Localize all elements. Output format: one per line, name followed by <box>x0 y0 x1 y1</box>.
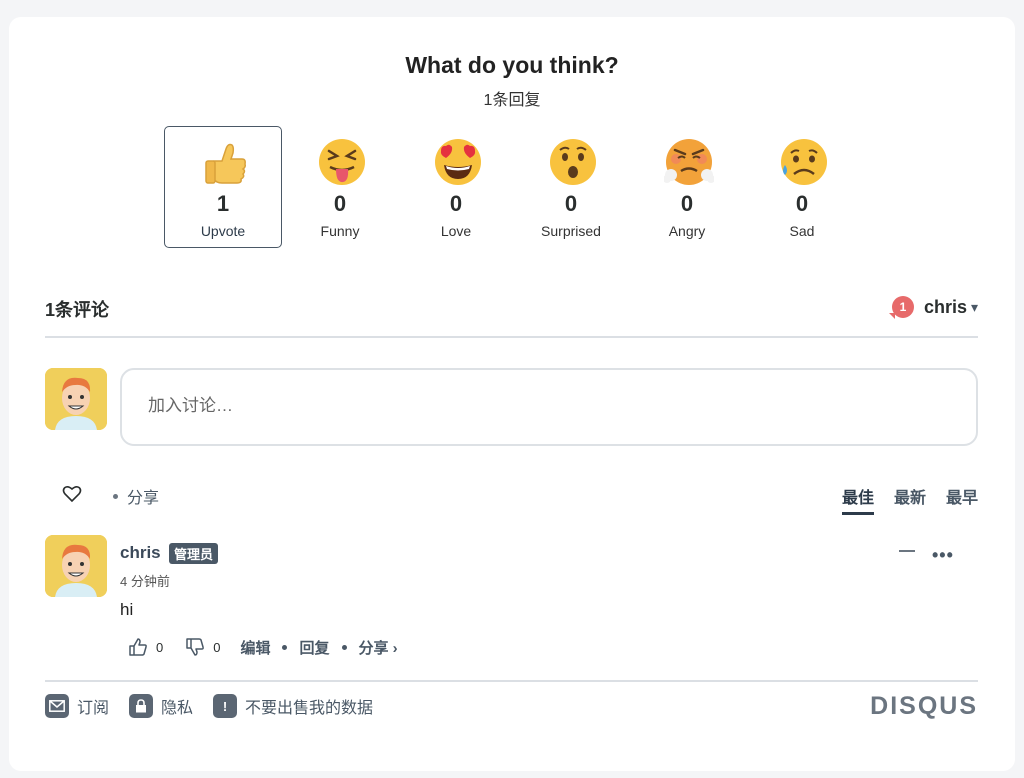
page-title: What do you think? <box>405 52 619 78</box>
reaction-count: 1 <box>216 191 230 216</box>
subscribe-link[interactable]: 订阅 <box>45 694 109 718</box>
caret-down-icon[interactable]: ▾ <box>971 299 978 316</box>
moderator-badge: 管理员 <box>169 543 219 564</box>
reaction-surprised[interactable]: 0 Surprised <box>512 126 630 248</box>
avatar-illustration-icon <box>45 535 107 597</box>
comment-timestamp[interactable]: 4 分钟前 <box>120 571 170 590</box>
downvote-count: 0 <box>213 639 221 655</box>
subscribe-label: 订阅 <box>77 700 110 717</box>
sort-best-tab[interactable]: 最佳 <box>841 484 874 515</box>
upvote-count: 0 <box>156 639 164 655</box>
reaction-count: 0 <box>333 191 347 216</box>
envelope-icon <box>45 694 69 718</box>
reaction-sad[interactable]: 0 Sad <box>743 126 861 248</box>
reaction-label: Love <box>440 223 472 239</box>
lock-icon <box>129 694 154 718</box>
footer-divider <box>45 680 978 682</box>
comment-composer[interactable] <box>120 368 978 446</box>
reply-link[interactable]: 回复 <box>299 637 329 658</box>
heart-icon[interactable] <box>62 485 82 503</box>
do-not-sell-label: 不要出售我的数据 <box>245 700 374 717</box>
share-comment-link[interactable]: 分享 › <box>359 637 398 658</box>
reaction-count: 0 <box>564 191 578 216</box>
notification-badge[interactable]: 1 <box>888 296 914 319</box>
reaction-count: 0 <box>449 191 463 216</box>
reaction-count: 0 <box>795 191 809 216</box>
comment-body: hi <box>120 600 134 619</box>
sad-sweat-emoji-icon <box>781 139 827 185</box>
thumbs-up-icon <box>129 638 147 656</box>
current-user-avatar[interactable] <box>45 368 107 430</box>
reaction-label: Surprised <box>541 223 601 239</box>
do-not-sell-link[interactable]: ! 不要出售我的数据 <box>213 694 373 718</box>
surprised-emoji-icon <box>550 139 596 185</box>
thumbs-down-icon <box>186 638 205 656</box>
disqus-logo[interactable]: DISQUS <box>870 692 978 721</box>
reaction-funny[interactable]: 0 Funny <box>281 126 399 248</box>
comment-author-name[interactable]: chris <box>120 543 161 563</box>
user-menu[interactable]: 1 chris ▾ <box>888 296 978 319</box>
reaction-label: Funny <box>320 223 360 239</box>
angry-steam-emoji-icon <box>664 139 714 185</box>
share-label: 分享 <box>127 490 160 507</box>
squinting-tongue-emoji-icon <box>319 139 365 185</box>
comment-actions: 0 0 编辑 回复 分享 › <box>128 636 398 658</box>
reaction-love[interactable]: 0 Love <box>397 126 515 248</box>
user-name[interactable]: chris <box>924 297 967 318</box>
more-options-icon[interactable]: ••• <box>932 545 954 566</box>
header-divider <box>45 336 978 338</box>
reaction-upvote[interactable]: 1 Upvote <box>164 126 282 248</box>
separator-dot <box>282 644 288 650</box>
comment-count-heading: 1条评论 <box>45 300 110 320</box>
sort-tabs: 最佳 最新 最早 <box>841 484 978 515</box>
separator-dot <box>341 644 347 650</box>
comment-input[interactable] <box>146 395 950 417</box>
exclamation-icon: ! <box>213 694 238 718</box>
share-thread-link[interactable]: 分享 <box>113 484 159 508</box>
privacy-link[interactable]: 隐私 <box>129 694 193 718</box>
reaction-angry[interactable]: 0 Angry <box>628 126 746 248</box>
heart-eyes-emoji-icon <box>435 139 481 185</box>
upvote-button[interactable]: 0 <box>128 637 163 657</box>
reaction-label: Sad <box>789 223 815 239</box>
footer: 订阅 隐私 ! 不要出售我的数据 <box>45 694 393 718</box>
downvote-button[interactable]: 0 <box>185 637 220 657</box>
separator-dot <box>113 494 118 500</box>
reaction-label: Angry <box>668 223 706 239</box>
comment-author-avatar[interactable] <box>45 535 107 597</box>
reply-count: 1条回复 <box>483 92 541 109</box>
privacy-label: 隐私 <box>161 700 194 717</box>
reactions-row: 1 Upvote 0 Funny 0 Love 0 Surprised 0 An… <box>164 126 864 250</box>
reaction-label: Upvote <box>200 223 246 239</box>
sort-oldest-tab[interactable]: 最早 <box>946 484 978 515</box>
reaction-count: 0 <box>680 191 694 216</box>
comment-toolbar: 分享 最佳 最新 最早 <box>45 482 978 515</box>
avatar-illustration-icon <box>45 368 107 430</box>
sort-newest-tab[interactable]: 最新 <box>894 484 926 515</box>
thumbs-up-emoji-icon <box>205 143 246 184</box>
collapse-icon[interactable] <box>899 550 915 552</box>
edit-link[interactable]: 编辑 <box>240 637 270 658</box>
